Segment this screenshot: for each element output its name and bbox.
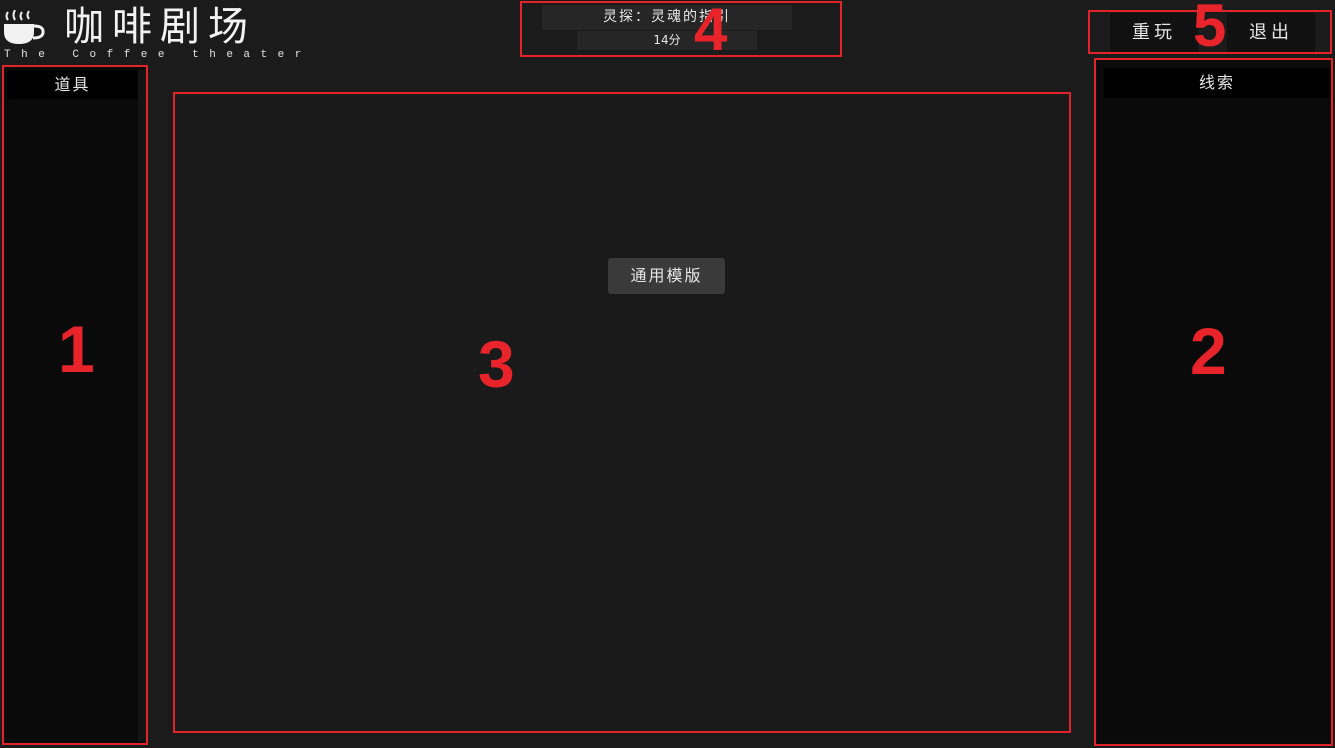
template-button[interactable]: 通用模版	[608, 258, 725, 294]
clues-list[interactable]	[1104, 98, 1330, 742]
story-info-box: 灵探：灵魂的指引 14分	[520, 1, 842, 57]
annotation-marker-1: 1	[58, 312, 95, 386]
props-list[interactable]	[7, 99, 138, 741]
story-title: 灵探：灵魂的指引	[542, 5, 792, 30]
app-subtitle: The Coffee theater	[4, 49, 312, 61]
main-stage: 通用模版	[173, 92, 1071, 733]
app-title: 咖啡剧场	[64, 4, 256, 50]
app-logo: 咖啡剧场 The Coffee theater	[2, 2, 302, 62]
props-scrollbar[interactable]	[138, 70, 146, 741]
exit-button[interactable]: 退出	[1227, 13, 1315, 52]
annotation-marker-2: 2	[1190, 314, 1227, 388]
coffee-cup-icon	[2, 9, 46, 46]
props-panel-header: 道具	[7, 70, 138, 99]
clues-panel-header: 线索	[1104, 68, 1330, 98]
annotation-marker-3: 3	[478, 327, 515, 401]
replay-button[interactable]: 重玩	[1110, 13, 1198, 52]
props-panel: 道具	[2, 65, 148, 745]
clues-panel: 线索	[1094, 58, 1333, 746]
annotation-marker-5: 5	[1193, 0, 1227, 59]
story-duration: 14分	[577, 31, 757, 50]
annotation-marker-4: 4	[694, 0, 728, 63]
